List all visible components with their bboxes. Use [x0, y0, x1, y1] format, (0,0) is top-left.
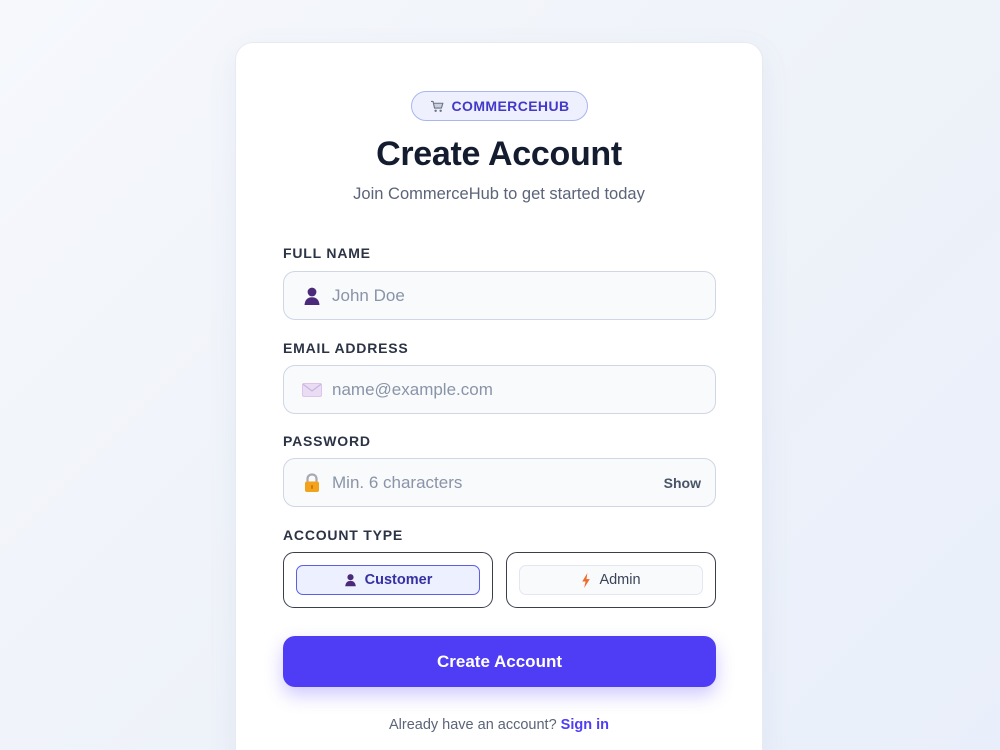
show-password-button[interactable]: Show	[664, 475, 701, 491]
envelope-icon	[302, 380, 322, 400]
user-icon	[344, 574, 356, 587]
sign-in-link[interactable]: Sign in	[561, 717, 609, 733]
page-subtitle: Join CommerceHub to get started today	[353, 185, 645, 203]
create-account-button[interactable]: Create Account	[283, 636, 716, 687]
email-input[interactable]	[332, 366, 715, 413]
full-name-label: FULL NAME	[283, 245, 371, 261]
lock-icon	[302, 472, 322, 493]
signup-card: COMMERCEHUB Create Account Join Commerce…	[235, 42, 763, 750]
full-name-input[interactable]	[332, 272, 715, 319]
customer-option-label: Customer	[364, 572, 433, 588]
admin-option-button[interactable]: Admin	[519, 565, 703, 595]
brand-name: COMMERCEHUB	[451, 98, 570, 114]
customer-option-button[interactable]: Customer	[296, 565, 480, 595]
signin-prompt: Already have an account? Sign in	[236, 717, 762, 733]
password-input[interactable]	[332, 459, 664, 506]
admin-option-label: Admin	[599, 572, 641, 588]
account-type-option-admin[interactable]: Admin	[506, 552, 716, 608]
full-name-field[interactable]	[283, 271, 716, 320]
email-label: EMAIL ADDRESS	[283, 340, 409, 356]
email-field[interactable]	[283, 365, 716, 414]
account-type-label: ACCOUNT TYPE	[283, 527, 404, 543]
password-label: PASSWORD	[283, 433, 371, 449]
user-icon	[302, 286, 322, 306]
lightning-icon	[582, 572, 591, 588]
signin-prompt-text: Already have an account?	[388, 717, 557, 733]
password-field[interactable]: Show	[283, 458, 716, 507]
page-title: Create Account	[376, 135, 622, 173]
account-type-option-customer[interactable]: Customer	[283, 552, 493, 608]
cart-icon	[430, 100, 443, 112]
brand-badge: COMMERCEHUB	[411, 91, 588, 121]
